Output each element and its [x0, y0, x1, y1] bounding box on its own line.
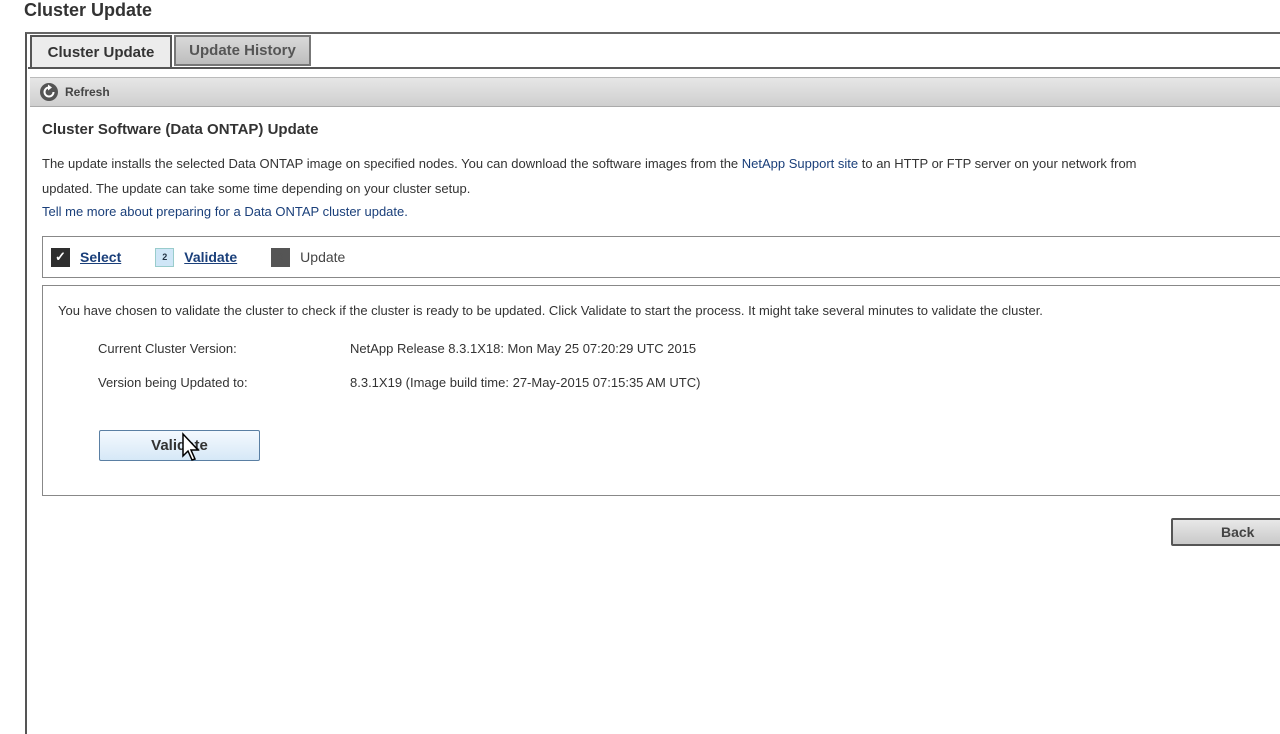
step-update-label: Update [300, 249, 346, 265]
back-button[interactable]: Back [1171, 518, 1280, 546]
page-title: Cluster Update [24, 0, 153, 20]
tab-update-history[interactable]: Update History [174, 35, 311, 66]
section-description: The update installs the selected Data ON… [42, 151, 1280, 201]
step-pending-icon: 3 [271, 247, 291, 267]
step-select-link[interactable]: Select [80, 249, 121, 265]
description-text-1: The update installs the selected Data ON… [42, 156, 742, 171]
target-version-value: 8.3.1X19 (Image build time: 27-May-2015 … [350, 375, 701, 390]
refresh-icon [40, 83, 58, 101]
refresh-label: Refresh [65, 85, 110, 99]
step-update: 3 Update [271, 247, 346, 267]
tell-me-more-link[interactable]: Tell me more about preparing for a Data … [42, 204, 408, 219]
current-version-value: NetApp Release 8.3.1X18: Mon May 25 07:2… [350, 341, 697, 356]
mouse-cursor-icon [182, 432, 200, 461]
tab-divider [28, 67, 1280, 69]
netapp-support-link[interactable]: NetApp Support site [742, 156, 858, 171]
refresh-button[interactable]: Refresh [39, 82, 110, 102]
step-number-icon: 2 [155, 247, 175, 267]
step-validate: 2 Validate [155, 247, 237, 267]
step-select: ✓ Select [51, 247, 121, 267]
step-validate-link[interactable]: Validate [184, 249, 237, 265]
validate-message: You have chosen to validate the cluster … [58, 303, 1043, 318]
description-text-2: to an HTTP or FTP server on your network… [858, 156, 1137, 171]
tab-cluster-update[interactable]: Cluster Update [30, 35, 172, 68]
target-version-label: Version being Updated to: [98, 375, 248, 390]
validate-panel: You have chosen to validate the cluster … [42, 285, 1280, 496]
wizard-steps: ✓ Select 2 Validate 3 Update [42, 236, 1280, 278]
description-text-3: updated. The update can take some time d… [42, 181, 471, 196]
checkmark-icon: ✓ [51, 247, 70, 267]
section-title: Cluster Software (Data ONTAP) Update [42, 121, 319, 138]
toolbar: Refresh [30, 77, 1280, 107]
current-version-label: Current Cluster Version: [98, 341, 237, 356]
